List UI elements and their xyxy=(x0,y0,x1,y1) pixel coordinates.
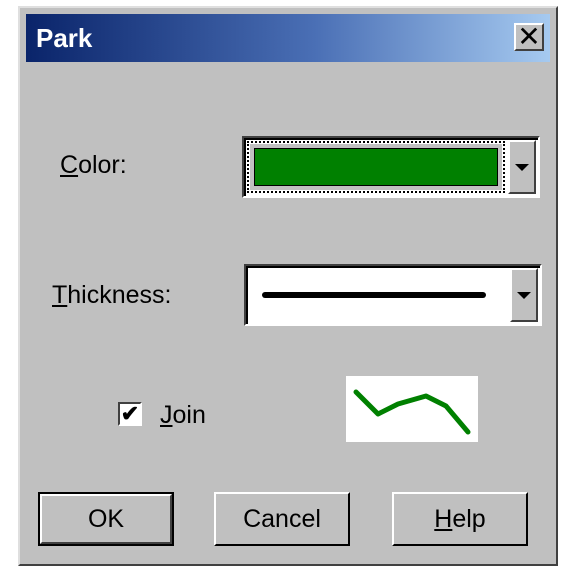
thickness-label: Thickness: xyxy=(52,280,172,310)
ok-button[interactable]: OK xyxy=(38,492,174,546)
thickness-combobox[interactable] xyxy=(244,264,542,326)
close-button[interactable]: ✕ xyxy=(514,21,544,52)
color-label-accelerator: C xyxy=(60,151,79,179)
color-label-text: olor: xyxy=(78,151,127,179)
thickness-label-text: hickness: xyxy=(67,281,172,309)
help-button[interactable]: Help xyxy=(392,492,528,546)
thickness-dropdown-button[interactable] xyxy=(510,268,538,322)
park-dialog: Park ✕ Color: Thickness: ✔ Join OK Cance… xyxy=(18,6,558,566)
help-button-label: Help xyxy=(434,505,485,533)
join-checkbox[interactable]: ✔ xyxy=(118,401,142,426)
line-preview xyxy=(346,376,478,442)
dialog-title: Park xyxy=(36,23,93,53)
thickness-line-sample xyxy=(262,292,486,298)
cancel-button[interactable]: Cancel xyxy=(214,492,350,546)
title-bar[interactable]: Park ✕ xyxy=(26,14,550,62)
help-button-text: elp xyxy=(452,505,486,533)
join-label-accelerator: J xyxy=(160,401,173,429)
color-label: Color: xyxy=(60,150,127,180)
thickness-label-accelerator: T xyxy=(52,281,68,309)
check-icon: ✔ xyxy=(120,401,140,426)
preview-line-graphic xyxy=(353,389,471,435)
color-swatch xyxy=(254,148,498,186)
help-button-accelerator: H xyxy=(434,505,453,533)
ok-button-label: OK xyxy=(87,505,125,533)
join-label[interactable]: Join xyxy=(160,400,206,430)
color-dropdown-button[interactable] xyxy=(508,140,536,194)
color-combobox[interactable] xyxy=(242,136,540,198)
color-field xyxy=(247,141,505,193)
join-label-text: oin xyxy=(172,401,206,429)
close-icon: ✕ xyxy=(517,21,541,52)
cancel-button-label: Cancel xyxy=(243,505,321,533)
